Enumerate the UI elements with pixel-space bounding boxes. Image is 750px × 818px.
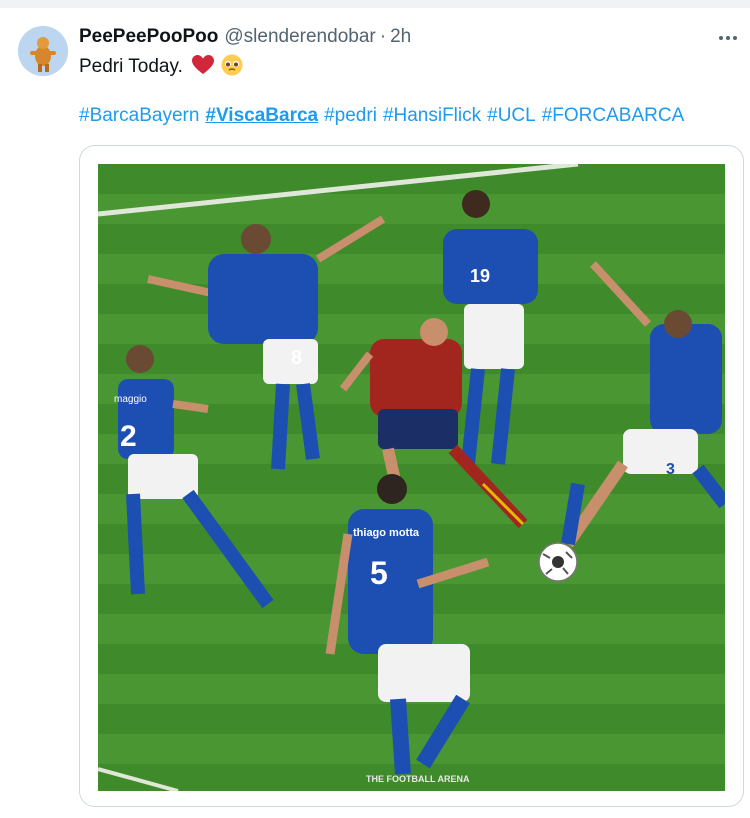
handle[interactable]: @slenderendobar [224,26,375,48]
separator-dot: · [379,26,387,47]
media-photo[interactable]: maggio 2 8 19 3 thiago motta 5 THE FOOTB… [98,164,725,791]
hashtag-forcabarca[interactable]: #FORCABARCA [542,105,685,126]
tweet-text-body: Pedri Today. [79,56,183,77]
more-icon[interactable] [716,28,740,48]
display-name[interactable]: PeePeePooPoo [79,26,218,48]
hashtag-ucl[interactable]: #UCL [487,105,536,126]
avatar[interactable] [18,26,68,76]
player-8-number: 8 [291,347,302,369]
player-3-number: 3 [666,461,675,478]
maggio-name-label: maggio [114,394,147,405]
football-ball [538,542,578,582]
watermark: THE FOOTBALL ARENA [366,774,470,784]
thiago-motta-number: 5 [370,555,388,591]
hashtag-hansiflick[interactable]: #HansiFlick [383,105,481,126]
hashtags: #BarcaBayern #ViscaBarca #pedri #HansiFlick… [79,104,690,128]
hashtag-pedri[interactable]: #pedri [324,105,377,126]
tweet-header: PeePeePooPoo @slenderendobar · 2h [79,26,730,52]
avatar-image [18,26,68,76]
tweet-text: Pedri Today. [79,54,243,79]
maggio-number: 2 [120,420,137,453]
top-separator [0,0,750,8]
player-19-number: 19 [470,266,490,286]
timestamp[interactable]: 2h [390,26,411,48]
hashtag-barcabayern[interactable]: #BarcaBayern [79,105,199,126]
thiago-motta-name-label: thiago motta [353,527,420,539]
media-card[interactable]: maggio 2 8 19 3 thiago motta 5 THE FOOTB… [79,145,744,807]
red-heart-icon [192,55,215,74]
hashtag-viscabarca[interactable]: #ViscaBarca [205,105,318,126]
tweet[interactable]: PeePeePooPoo @slenderendobar · 2h Pedri … [0,8,750,818]
pleading-face-icon [221,54,243,76]
